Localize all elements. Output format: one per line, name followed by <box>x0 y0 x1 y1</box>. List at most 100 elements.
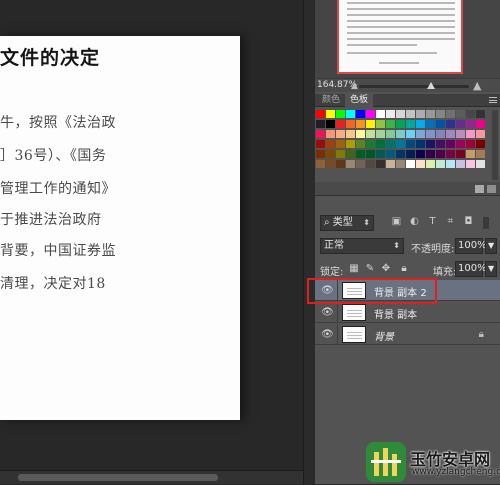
color-swatch[interactable] <box>476 160 486 169</box>
color-swatch[interactable] <box>456 160 466 169</box>
color-swatch[interactable] <box>426 130 436 139</box>
color-swatch[interactable] <box>336 140 346 149</box>
color-swatch[interactable] <box>456 110 466 119</box>
color-swatch[interactable] <box>446 120 456 129</box>
color-swatch[interactable] <box>386 110 396 119</box>
color-swatch[interactable] <box>466 150 476 159</box>
color-swatch[interactable] <box>406 150 416 159</box>
color-swatch[interactable] <box>336 120 346 129</box>
panel-menu-icon[interactable] <box>489 97 497 103</box>
color-swatch[interactable] <box>336 130 346 139</box>
color-swatch[interactable] <box>346 140 356 149</box>
color-swatch[interactable] <box>386 140 396 149</box>
color-swatch[interactable] <box>396 160 406 169</box>
color-swatch[interactable] <box>456 130 466 139</box>
color-swatch[interactable] <box>406 160 416 169</box>
color-swatch[interactable] <box>366 160 376 169</box>
color-swatch[interactable] <box>346 110 356 119</box>
color-swatch[interactable] <box>466 110 476 119</box>
horizontal-scrollbar[interactable] <box>0 470 303 484</box>
zoom-slider-handle[interactable] <box>427 82 435 89</box>
color-swatch[interactable] <box>366 110 376 119</box>
color-swatch[interactable] <box>316 110 326 119</box>
color-swatch[interactable] <box>436 130 446 139</box>
color-swatch[interactable] <box>466 140 476 149</box>
delete-swatch-icon[interactable] <box>487 185 496 193</box>
color-swatch[interactable] <box>426 120 436 129</box>
color-swatch[interactable] <box>316 140 326 149</box>
color-swatch[interactable] <box>476 110 486 119</box>
color-swatch[interactable] <box>346 150 356 159</box>
eye-icon[interactable]: 👁︎ <box>321 307 334 318</box>
filter-shape-icon[interactable]: ⌗ <box>445 217 456 227</box>
color-swatch[interactable] <box>476 130 486 139</box>
color-swatch[interactable] <box>386 130 396 139</box>
opacity-input[interactable]: 100% <box>455 238 487 254</box>
color-swatch[interactable] <box>326 120 336 129</box>
swatches-scrollbar[interactable] <box>492 110 498 180</box>
color-swatch[interactable] <box>356 160 366 169</box>
color-swatch[interactable] <box>336 110 346 119</box>
color-swatch[interactable] <box>376 110 386 119</box>
color-swatch[interactable] <box>386 120 396 129</box>
color-swatch[interactable] <box>366 120 376 129</box>
blend-mode-select[interactable]: 正常 ⬍ <box>320 238 404 254</box>
color-swatch[interactable] <box>326 140 336 149</box>
color-swatch[interactable] <box>426 160 436 169</box>
zoom-out-icon[interactable]: ▲ <box>351 81 358 91</box>
color-swatch[interactable] <box>416 110 426 119</box>
tab-color[interactable]: 颜色 <box>317 94 345 107</box>
color-swatch[interactable] <box>346 160 356 169</box>
color-swatch[interactable] <box>356 150 366 159</box>
lock-position-icon[interactable]: ✥ <box>381 264 391 274</box>
color-swatch[interactable] <box>426 140 436 149</box>
color-swatch[interactable] <box>416 140 426 149</box>
lock-image-icon[interactable]: ✎ <box>365 264 375 274</box>
color-swatch[interactable] <box>366 150 376 159</box>
color-swatch[interactable] <box>316 130 326 139</box>
color-swatch[interactable] <box>446 160 456 169</box>
color-swatch[interactable] <box>366 140 376 149</box>
color-swatch[interactable] <box>326 160 336 169</box>
color-swatch[interactable] <box>406 120 416 129</box>
color-swatch[interactable] <box>396 140 406 149</box>
color-swatch[interactable] <box>386 150 396 159</box>
color-swatch[interactable] <box>336 160 346 169</box>
color-swatch[interactable] <box>316 150 326 159</box>
layer-row[interactable]: 👁︎ 背景 副本 <box>315 302 500 323</box>
color-swatch[interactable] <box>396 120 406 129</box>
fill-dropdown[interactable]: ▼ <box>485 261 497 277</box>
color-swatch[interactable] <box>446 110 456 119</box>
color-swatch[interactable] <box>476 150 486 159</box>
color-swatch[interactable] <box>456 140 466 149</box>
filter-type-icon[interactable]: T <box>427 217 438 227</box>
color-swatch[interactable] <box>406 130 416 139</box>
color-swatch[interactable] <box>416 120 426 129</box>
color-swatch[interactable] <box>326 150 336 159</box>
opacity-dropdown[interactable]: ▼ <box>485 238 497 254</box>
fill-input[interactable]: 100% <box>455 261 487 277</box>
color-swatch[interactable] <box>376 120 386 129</box>
filter-adjustment-icon[interactable]: ◐ <box>409 217 420 227</box>
color-swatch[interactable] <box>326 130 336 139</box>
color-swatch[interactable] <box>426 110 436 119</box>
color-swatch[interactable] <box>466 130 476 139</box>
zoom-in-icon[interactable]: ▲ <box>473 79 481 92</box>
color-swatch[interactable] <box>396 110 406 119</box>
navigator-preview[interactable] <box>315 0 500 78</box>
color-swatch[interactable] <box>416 150 426 159</box>
color-swatch[interactable] <box>436 110 446 119</box>
color-swatch[interactable] <box>476 120 486 129</box>
color-swatch[interactable] <box>406 110 416 119</box>
filter-smart-object-icon[interactable]: ◘ <box>463 217 474 227</box>
color-swatch[interactable] <box>346 120 356 129</box>
color-swatch[interactable] <box>426 150 436 159</box>
color-swatch[interactable] <box>416 130 426 139</box>
color-swatch[interactable] <box>456 120 466 129</box>
filter-toggle[interactable] <box>483 217 489 229</box>
lock-transparency-icon[interactable]: ▦ <box>349 264 359 274</box>
color-swatch[interactable] <box>416 160 426 169</box>
color-swatch[interactable] <box>456 150 466 159</box>
eye-icon[interactable]: 👁︎ <box>321 329 334 340</box>
color-swatch[interactable] <box>446 150 456 159</box>
